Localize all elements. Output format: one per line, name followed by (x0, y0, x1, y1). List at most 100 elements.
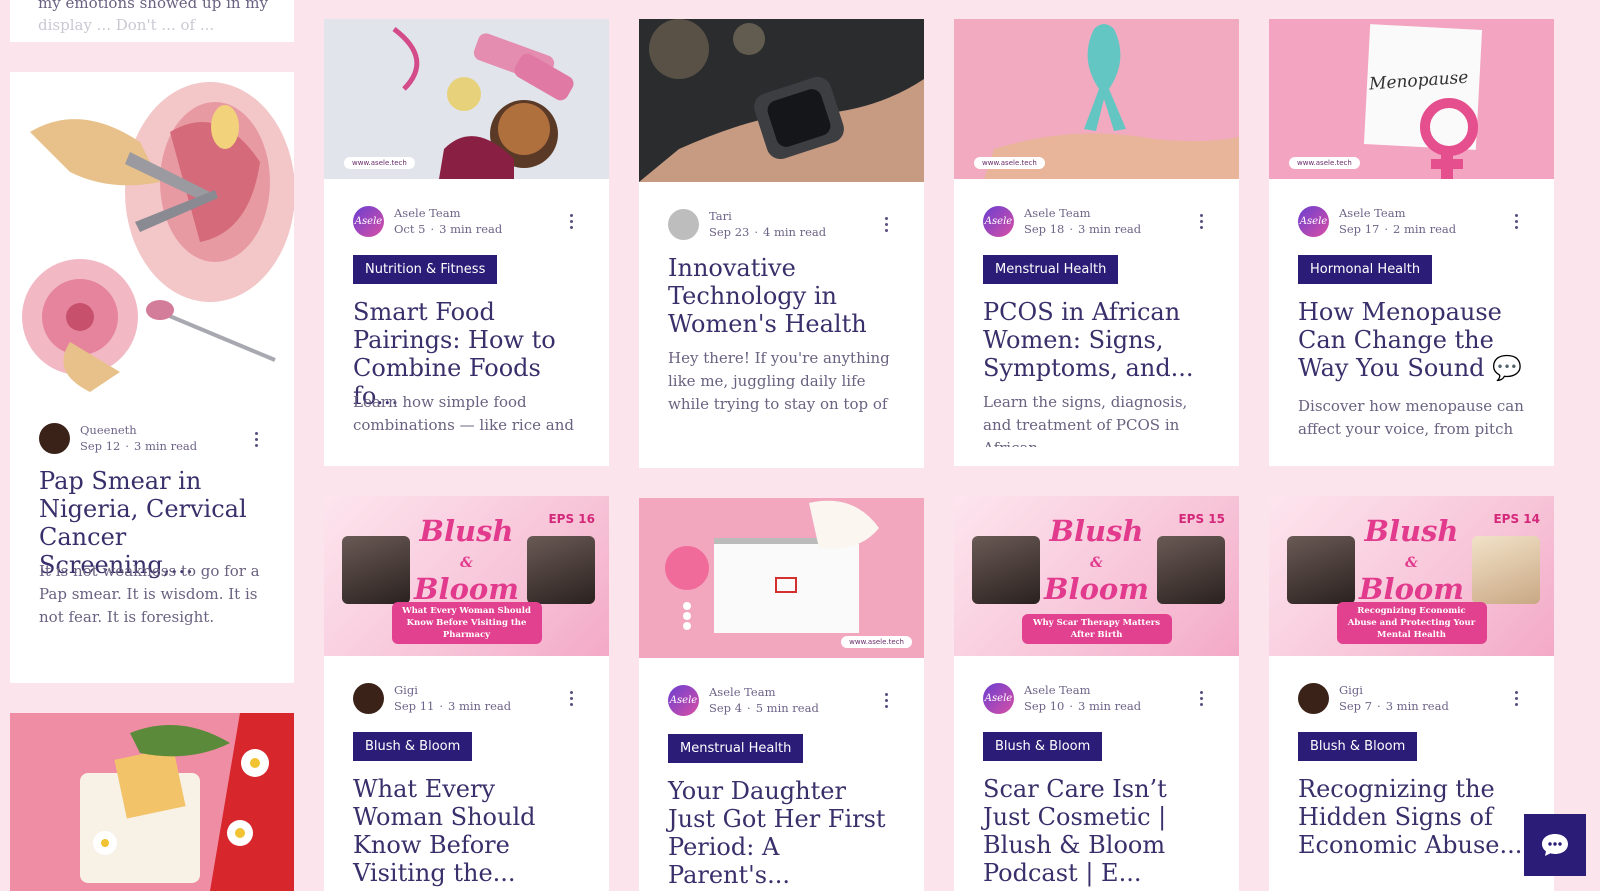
avatar (1298, 682, 1329, 714)
post-title[interactable]: How Menopause Can Change the Way You Sou… (1298, 298, 1530, 382)
avatar: Asele (983, 682, 1014, 714)
author-name: Asele Team (1024, 206, 1091, 220)
read-time: 3 min read (1385, 699, 1449, 713)
post-image: www.asele.tech (639, 498, 924, 658)
post-image: www.asele.tech (954, 19, 1239, 179)
more-options-icon[interactable] (563, 211, 579, 231)
read-time: 3 min read (1078, 699, 1142, 713)
category-tag[interactable]: Nutrition & Fitness (353, 255, 498, 284)
chat-bubble-icon (1542, 834, 1568, 856)
post-meta: Asele Asele Team Sep 10 · 3 min read (983, 682, 1142, 714)
post-date: Oct 5 (394, 222, 426, 236)
post-title[interactable]: Scar Care Isn’t Just Cosmetic | Blush & … (983, 775, 1215, 887)
post-card-4[interactable]: Menopause www.asele.tech Asele Asele Tea… (1269, 19, 1554, 466)
post-date: Sep 17 (1339, 222, 1380, 236)
podcast-caption: What Every Woman Should Know Before Visi… (391, 602, 542, 644)
post-image (10, 713, 294, 891)
podcast-caption: Recognizing Economic Abuse and Protectin… (1336, 602, 1487, 644)
post-card-7[interactable]: Blush&BloomPODCAST EPS 15 Why Scar Thera… (954, 496, 1239, 891)
read-time: 2 min read (1393, 222, 1457, 236)
episode-number: EPS 16 (548, 512, 595, 526)
post-excerpt: It is not weakness to go for a Pap smear… (39, 562, 260, 626)
more-options-icon[interactable] (1193, 688, 1209, 708)
avatar: Asele (983, 205, 1014, 237)
read-time: 3 min read (1078, 222, 1142, 236)
author-name: Asele Team (709, 685, 776, 699)
avatar: Asele (668, 684, 699, 716)
post-card-partial[interactable] (10, 713, 294, 891)
category-tag[interactable]: Blush & Bloom (983, 732, 1103, 761)
read-time: 4 min read (763, 225, 827, 239)
post-date: Sep 11 (394, 699, 435, 713)
post-date: Sep 10 (1024, 699, 1065, 713)
post-card-5[interactable]: Blush&BloomPODCAST EPS 16 What Every Wom… (324, 496, 609, 891)
read-time: 3 min read (134, 439, 198, 453)
avatar (668, 208, 699, 240)
post-excerpt: Discover how menopause can affect your v… (1298, 397, 1524, 438)
post-date: Sep 18 (1024, 222, 1065, 236)
podcast-cover-image: Blush&BloomPODCAST EPS 16 What Every Wom… (324, 496, 609, 656)
post-image: www.asele.tech (324, 19, 609, 179)
more-options-icon[interactable] (1508, 211, 1524, 231)
post-title[interactable]: What Every Woman Should Know Before Visi… (353, 775, 585, 887)
post-meta: Queeneth Sep 12 · 3 min read (39, 422, 197, 454)
post-excerpt: Learn the signs, diagnosis, and treatmen… (983, 393, 1188, 447)
post-card-6[interactable]: www.asele.tech Asele Asele Team Sep 4 · 5 … (639, 498, 924, 891)
post-excerpt: my emotions showed up in my display ... … (38, 0, 269, 34)
author-name: Asele Team (394, 206, 461, 220)
category-tag[interactable]: Menstrual Health (668, 734, 804, 763)
partial-post-card[interactable]: my emotions showed up in my display ... … (10, 0, 294, 42)
read-time: 5 min read (755, 701, 819, 715)
podcast-cover-image: Blush&BloomPODCAST EPS 14 Recognizing Ec… (1269, 496, 1554, 656)
watermark: www.asele.tech (1289, 157, 1360, 169)
post-meta: Gigi Sep 7 · 3 min read (1298, 682, 1449, 714)
post-title[interactable]: PCOS in African Women: Signs, Symptoms, … (983, 298, 1215, 382)
category-tag[interactable]: Hormonal Health (1298, 255, 1433, 284)
more-options-icon[interactable] (248, 429, 264, 449)
watermark: www.asele.tech (344, 157, 415, 169)
more-options-icon[interactable] (878, 690, 894, 710)
post-image (10, 72, 294, 402)
post-date: Sep 7 (1339, 699, 1373, 713)
author-name: Tari (709, 209, 732, 223)
post-date: Sep 12 (80, 439, 121, 453)
post-excerpt: Learn how simple food combinations — lik… (353, 393, 574, 434)
category-tag[interactable]: Blush & Bloom (353, 732, 473, 761)
episode-number: EPS 15 (1178, 512, 1225, 526)
read-time: 3 min read (448, 699, 512, 713)
post-excerpt: Hey there! If you're anything like me, j… (668, 349, 890, 413)
avatar (39, 422, 70, 454)
post-meta: Asele Asele Team Sep 18 · 3 min read (983, 205, 1142, 237)
post-meta: Asele Asele Team Sep 17 · 2 min read (1298, 205, 1457, 237)
chat-button[interactable] (1524, 814, 1586, 876)
post-meta: Gigi Sep 11 · 3 min read (353, 682, 511, 714)
author-name: Gigi (394, 683, 418, 697)
post-card-3[interactable]: www.asele.tech Asele Asele Team Sep 18 · 3… (954, 19, 1239, 466)
category-tag[interactable]: Menstrual Health (983, 255, 1119, 284)
watermark: www.asele.tech (841, 636, 912, 648)
avatar (353, 682, 384, 714)
category-tag[interactable]: Blush & Bloom (1298, 732, 1418, 761)
post-card-2[interactable]: Tari Sep 23 · 4 min read Innovative Techno… (639, 19, 924, 468)
post-card-1[interactable]: www.asele.tech Asele Asele Team Oct 5 · 3 … (324, 19, 609, 466)
author-name: Gigi (1339, 683, 1363, 697)
podcast-cover-image: Blush&BloomPODCAST EPS 15 Why Scar Thera… (954, 496, 1239, 656)
more-options-icon[interactable] (563, 688, 579, 708)
post-title[interactable]: Recognizing the Hidden Signs of Economic… (1298, 775, 1530, 859)
author-name: Asele Team (1024, 683, 1091, 697)
post-title[interactable]: Innovative Technology in Women's Health (668, 254, 900, 338)
more-options-icon[interactable] (1193, 211, 1209, 231)
watermark: www.asele.tech (974, 157, 1045, 169)
author-name: Asele Team (1339, 206, 1406, 220)
more-options-icon[interactable] (878, 214, 894, 234)
post-card-pap-smear[interactable]: Queeneth Sep 12 · 3 min read Pap Smear in … (10, 72, 294, 683)
post-meta: Asele Asele Team Oct 5 · 3 min read (353, 205, 503, 237)
post-image: Menopause www.asele.tech (1269, 19, 1554, 179)
author-name: Queeneth (80, 423, 137, 437)
post-title[interactable]: Your Daughter Just Got Her First Period:… (668, 777, 900, 889)
post-meta: Tari Sep 23 · 4 min read (668, 208, 826, 240)
episode-number: EPS 14 (1493, 512, 1540, 526)
post-card-8[interactable]: Blush&BloomPODCAST EPS 14 Recognizing Ec… (1269, 496, 1554, 891)
post-date: Sep 4 (709, 701, 743, 715)
more-options-icon[interactable] (1508, 688, 1524, 708)
